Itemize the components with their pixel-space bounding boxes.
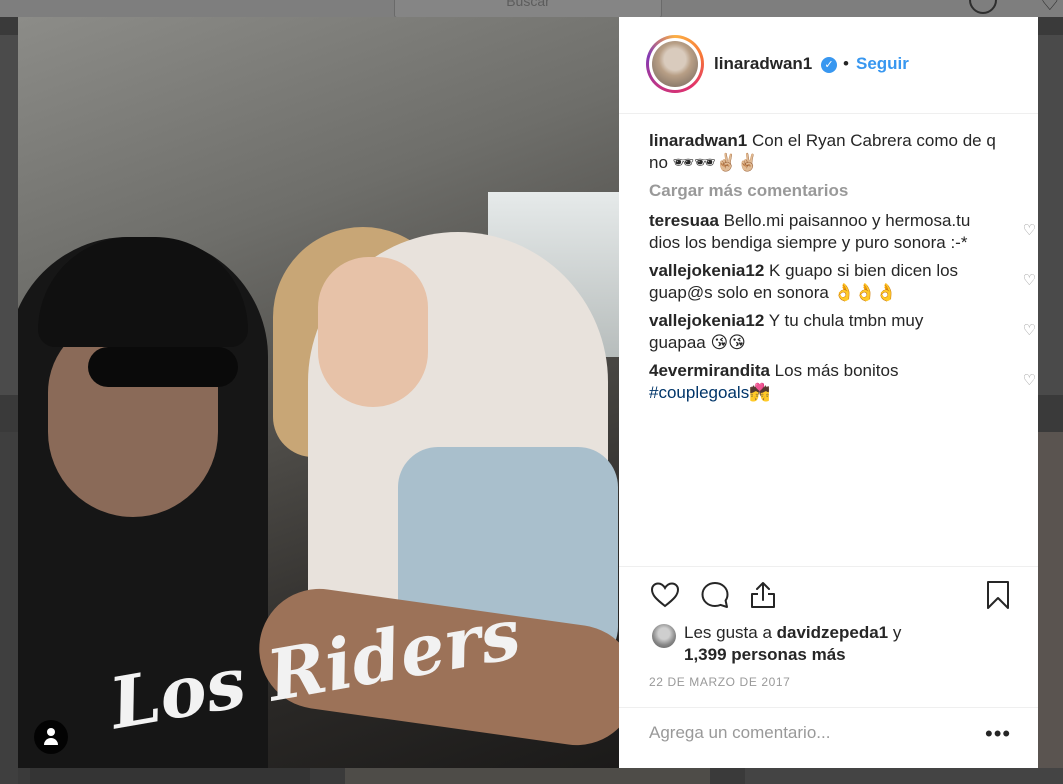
likes-prefix: Les gusta a bbox=[684, 623, 777, 642]
follow-button[interactable]: Seguir bbox=[856, 54, 909, 74]
small-heart-icon[interactable]: ♡ bbox=[1023, 320, 1036, 342]
liker-username[interactable]: davidzepeda1 bbox=[777, 623, 889, 642]
small-heart-icon[interactable]: ♡ bbox=[1023, 270, 1036, 292]
post-photo[interactable]: Los Riders bbox=[18, 17, 619, 768]
small-heart-icon[interactable]: ♡ bbox=[1023, 220, 1036, 242]
photo-sunglasses bbox=[88, 347, 238, 387]
comments-list: linaradwan1 Con el Ryan Cabrera como de … bbox=[649, 130, 1036, 410]
background-tile-bottom-1 bbox=[30, 768, 310, 784]
liker-avatar[interactable] bbox=[652, 624, 676, 648]
post-date[interactable]: 22 DE MARZO DE 2017 bbox=[649, 675, 790, 689]
more-options-icon[interactable]: ••• bbox=[985, 721, 1011, 747]
likes-summary: Les gusta a davidzepeda1 y 1,399 persona… bbox=[649, 622, 989, 666]
add-comment-input[interactable]: Agrega un comentario... bbox=[649, 723, 830, 743]
verified-badge-icon: ✓ bbox=[821, 57, 837, 73]
avatar bbox=[652, 41, 698, 87]
comment-hashtag[interactable]: #couplegoals💏 bbox=[649, 383, 770, 402]
background-tile-bottom-3 bbox=[745, 768, 1063, 784]
comment-item: vallejokenia12 Y tu chula tmbn muy guapa… bbox=[649, 310, 1036, 354]
post-header: linaradwan1 ✓ • Seguir bbox=[619, 17, 1038, 114]
background-tile-left bbox=[0, 35, 18, 395]
load-more-comments-button[interactable]: Cargar más comentarios bbox=[649, 180, 1014, 202]
background-activity-icon: ♡ bbox=[1040, 0, 1060, 15]
background-tile-right bbox=[1038, 35, 1063, 395]
actions-divider bbox=[619, 566, 1038, 567]
heart-icon[interactable] bbox=[649, 579, 681, 611]
bookmark-icon[interactable] bbox=[982, 579, 1014, 611]
likes-middle: y bbox=[888, 623, 902, 642]
story-ring[interactable] bbox=[646, 35, 704, 93]
share-icon[interactable] bbox=[747, 579, 779, 611]
background-tile-bottom-2 bbox=[345, 768, 710, 784]
small-heart-icon[interactable]: ♡ bbox=[1023, 370, 1036, 392]
background-tile-right-2 bbox=[1038, 432, 1063, 784]
comment-username[interactable]: vallejokenia12 bbox=[649, 261, 764, 280]
post-caption: linaradwan1 Con el Ryan Cabrera como de … bbox=[649, 130, 1014, 174]
post-username[interactable]: linaradwan1 bbox=[714, 54, 812, 74]
likes-count-link[interactable]: 1,399 personas más bbox=[684, 645, 846, 664]
background-search-label: Buscar bbox=[506, 0, 550, 9]
comment-divider bbox=[619, 707, 1038, 708]
comment-item: teresuaa Bello.mi paisannoo y hermosa.tu… bbox=[649, 210, 1036, 254]
avatar-frame bbox=[649, 38, 701, 90]
post-details-panel: linaradwan1 ✓ • Seguir linaradwan1 Con e… bbox=[619, 17, 1038, 768]
comment-username[interactable]: vallejokenia12 bbox=[649, 311, 764, 330]
comment-bubble-icon[interactable] bbox=[699, 579, 731, 611]
photo-woman-face bbox=[318, 257, 428, 407]
post-actions bbox=[649, 579, 1014, 613]
comment-item: vallejokenia12 K guapo si bien dicen los… bbox=[649, 260, 1036, 304]
user-tag-icon[interactable] bbox=[34, 720, 68, 754]
background-tile-left-2 bbox=[0, 432, 18, 784]
comment-username[interactable]: 4evermirandita bbox=[649, 361, 770, 380]
background-search-field: Buscar bbox=[394, 0, 662, 18]
caption-username[interactable]: linaradwan1 bbox=[649, 131, 747, 150]
header-separator: • bbox=[843, 54, 849, 73]
comment-text: Los más bonitos bbox=[769, 361, 899, 380]
comment-item: 4evermirandita Los más bonitos #couplego… bbox=[649, 360, 1036, 404]
comment-username[interactable]: teresuaa bbox=[649, 211, 719, 230]
